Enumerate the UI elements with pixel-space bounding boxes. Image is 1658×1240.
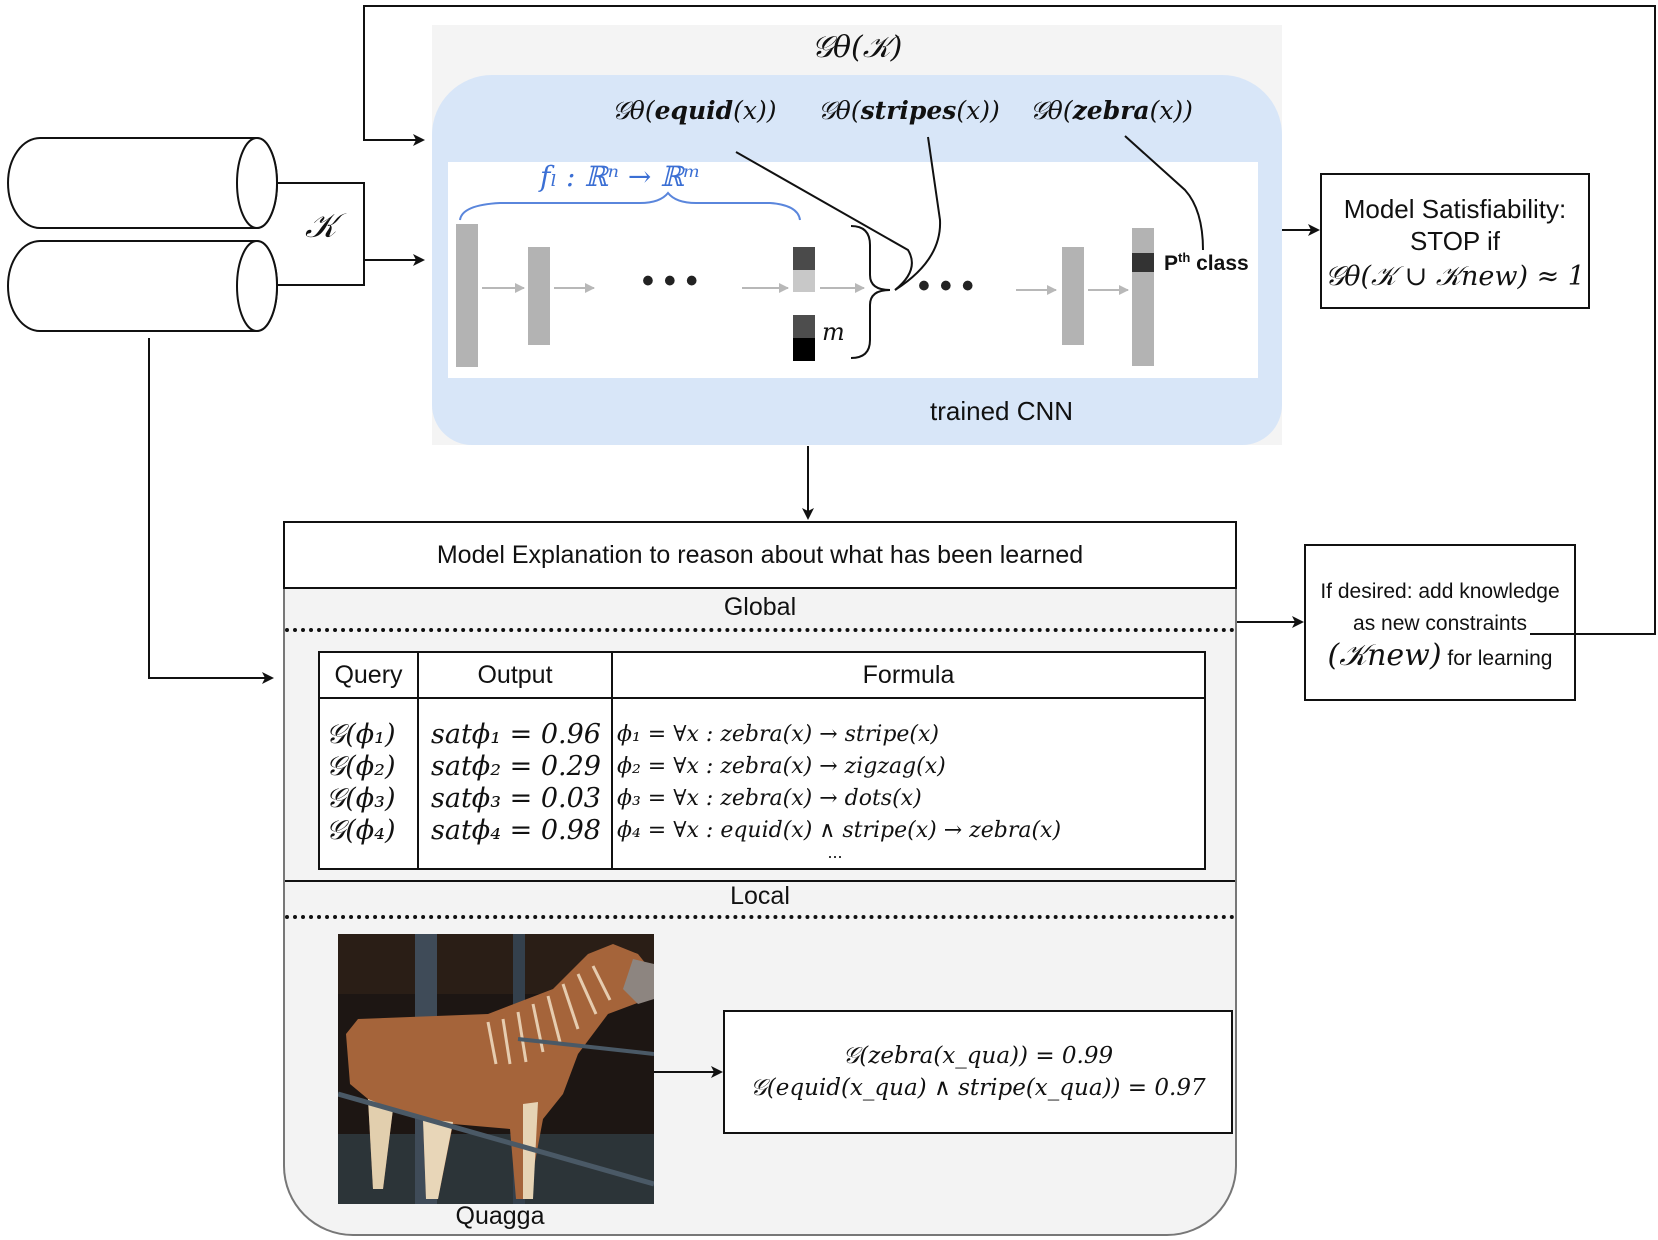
quagga-illustration xyxy=(338,934,654,1204)
fb-line1: If desired: add knowledge xyxy=(1320,580,1560,603)
class-cell xyxy=(1132,253,1154,272)
query-suffix: (x)) xyxy=(733,96,777,125)
input-data-label: Input Data xyxy=(72,270,188,298)
feedback-box: If desired: add knowledge as new constra… xyxy=(1304,544,1576,701)
formula-cell: ϕ₁ = ∀x : zebra(x) → stripe(x) ϕ₂ = ∀x :… xyxy=(611,697,1206,870)
local-divider xyxy=(285,915,1235,919)
class-p: P xyxy=(1164,252,1179,275)
layers-ellipsis-2: ••• xyxy=(918,267,984,305)
query-stripes: 𝒢θ(stripes(x)) xyxy=(818,96,1000,126)
output-item: satϕ₁ = 0.96 xyxy=(431,719,601,750)
query-suffix: (x)) xyxy=(956,96,1000,125)
feature-cell xyxy=(793,292,815,315)
hidden-layer xyxy=(528,247,550,345)
image-caption: Quagga xyxy=(455,1202,545,1230)
table-header-row: Query Output Formula xyxy=(318,651,1206,699)
input-data-arrow xyxy=(148,338,274,684)
cnn-label: trained CNN xyxy=(930,396,1074,426)
knowledge-symbol: 𝒦 xyxy=(305,206,337,246)
sat-line2: STOP if xyxy=(1409,226,1501,256)
header-query: Query xyxy=(318,651,419,699)
fb-line3-text: for learning xyxy=(1441,647,1553,670)
hidden-layer xyxy=(1062,247,1084,345)
output-item: satϕ₂ = 0.29 xyxy=(431,751,601,782)
feature-cell xyxy=(793,270,815,292)
local-result: 𝒢(zebra(x_qua)) = 0.99 xyxy=(842,1043,1114,1069)
query-item: 𝒢(ϕ₁) xyxy=(326,719,396,750)
feature-cell xyxy=(793,315,815,338)
layer-mapping-label: fₗ : ℝⁿ → ℝᵐ xyxy=(540,160,701,193)
fb-line2: as new constraints xyxy=(1353,612,1527,635)
k-new-symbol: (𝒦new) xyxy=(1327,638,1442,673)
formula-item: ϕ₄ = ∀x : equid(x) ∧ stripe(x) → zebra(x… xyxy=(617,818,1062,843)
global-query-table: Query Output Formula 𝒢(ϕ₁) 𝒢(ϕ₂) 𝒢(ϕ₃) 𝒢… xyxy=(318,651,1206,870)
output-layer xyxy=(1132,228,1154,366)
output-item: satϕ₄ = 0.98 xyxy=(431,815,601,846)
layer-dim-label: m xyxy=(822,318,845,346)
formula-item: ϕ₃ = ∀x : zebra(x) → dots(x) xyxy=(617,786,922,811)
input-layer xyxy=(456,224,478,367)
formula-item: ϕ₁ = ∀x : zebra(x) → stripe(x) xyxy=(617,722,939,747)
header-formula: Formula xyxy=(611,651,1206,699)
query-zebra: 𝒢θ(zebra(x)) xyxy=(1030,96,1193,126)
sat-line1: Model Satisfiability: xyxy=(1343,194,1567,224)
global-section-label: Global xyxy=(723,593,797,621)
fb-line3: (𝒦new) for learning xyxy=(1306,640,1574,675)
class-word: class xyxy=(1190,252,1249,275)
global-divider xyxy=(285,628,1235,632)
query-prefix: 𝒢θ( xyxy=(612,96,655,125)
feature-layer xyxy=(793,247,815,361)
feature-cell xyxy=(793,338,815,361)
output-class-label: Pth class xyxy=(1164,250,1249,276)
output-item: satϕ₃ = 0.03 xyxy=(431,783,601,814)
query-prefix: 𝒢θ( xyxy=(818,96,861,125)
class-sup: th xyxy=(1178,250,1191,265)
feature-cell xyxy=(793,247,815,270)
header-output: Output xyxy=(417,651,613,699)
query-item: 𝒢(ϕ₃) xyxy=(326,783,396,814)
bk-line1: Background xyxy=(73,152,207,180)
query-cell: 𝒢(ϕ₁) 𝒢(ϕ₂) 𝒢(ϕ₃) 𝒢(ϕ₄) xyxy=(318,697,419,870)
local-result: 𝒢(equid(x_qua) ∧ stripe(x_qua)) = 0.97 xyxy=(750,1075,1206,1101)
layers-ellipsis: ••• xyxy=(642,262,708,300)
query-item: 𝒢(ϕ₂) xyxy=(326,751,396,782)
quagga-image xyxy=(338,934,654,1204)
sat-condition: 𝒢θ(𝒦 ∪ 𝒦new) ≈ 1 xyxy=(1325,261,1585,292)
query-item: 𝒢(ϕ₄) xyxy=(326,815,396,846)
query-concept: equid xyxy=(654,96,734,125)
local-section-label: Local xyxy=(730,882,790,910)
query-concept: stripes xyxy=(860,96,957,125)
output-cell: satϕ₁ = 0.96 satϕ₂ = 0.29 satϕ₃ = 0.03 s… xyxy=(417,697,613,870)
explanation-title-box: Model Explanation to reason about what h… xyxy=(283,521,1237,589)
query-prefix: 𝒢θ( xyxy=(1030,96,1073,125)
background-knowledge-label: Background Knowledge xyxy=(30,150,250,214)
formula-item: ϕ₂ = ∀x : zebra(x) → zigzag(x) xyxy=(617,754,946,779)
bk-line2: Knowledge xyxy=(78,184,202,212)
query-concept: zebra xyxy=(1072,96,1150,125)
query-suffix: (x)) xyxy=(1149,96,1193,125)
formula-more: ... xyxy=(827,842,843,862)
local-explanation-box: 𝒢(zebra(x_qua)) = 0.99 𝒢(equid(x_qua) ∧ … xyxy=(723,1010,1233,1134)
grounding-title: 𝒢θ(𝒦) xyxy=(811,30,903,65)
table-body-row: 𝒢(ϕ₁) 𝒢(ϕ₂) 𝒢(ϕ₃) 𝒢(ϕ₄) satϕ₁ = 0.96 sat… xyxy=(318,697,1206,870)
query-equid: 𝒢θ(equid(x)) xyxy=(612,96,777,126)
satisfiability-box: Model Satisfiability: STOP if 𝒢θ(𝒦 ∪ 𝒦ne… xyxy=(1320,173,1590,309)
